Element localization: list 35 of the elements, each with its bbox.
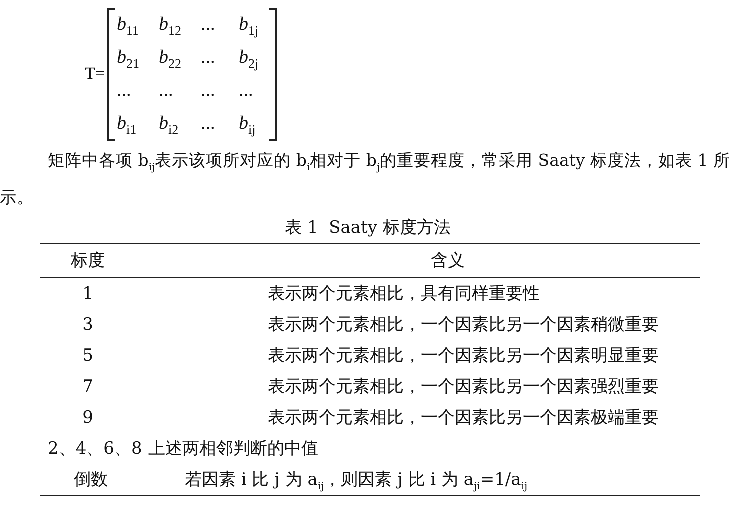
matrix-entry: b$_{i2}$: [158, 112, 180, 138]
table-cell-text: 7: [82, 376, 94, 397]
matrix-entry: b$_{2j}$: [238, 46, 260, 72]
table-cell-text: 表示两个元素相比，一个因素比另一个因素极端重要: [268, 407, 659, 430]
column-header: 标度: [70, 250, 106, 272]
matrix-entry: b$_{22}$: [158, 46, 182, 72]
matrix-entry: ...: [200, 12, 216, 36]
table-cell-text: 表示两个元素相比，具有同样重要性: [268, 283, 540, 306]
table-cell-text: 表示两个元素相比，一个因素比另一个因素明显重要: [268, 345, 659, 368]
table-cell-text: 若因素 i 比 j 为 a$_{ij}$，则因素 j 比 i 为 a$_{ji}$=1/a$_{ij}$: [185, 468, 528, 492]
matrix-entry: b$_{12}$: [158, 12, 182, 40]
matrix-entry: b$_{11}$: [116, 12, 140, 40]
matrix-entry: ...: [158, 78, 174, 102]
table-cell-text: 5: [82, 346, 94, 366]
table-cell-text: 1: [82, 284, 94, 304]
table-caption: 表 1 Saaty 标度方法: [284, 217, 452, 240]
matrix-entry: b$_{21}$: [116, 46, 140, 72]
matrix-label: T=: [85, 64, 105, 84]
matrix-entry: b$_{1j}$: [238, 12, 260, 40]
matrix-entry: ...: [200, 46, 216, 70]
table-cell-text: 倒数: [74, 469, 109, 492]
table-cell-text: 2、4、6、8: [48, 438, 142, 460]
matrix-entry: ...: [238, 78, 254, 102]
matrix-entry: b$_{i1}$: [116, 112, 138, 138]
paragraph: 矩阵中各项 b$_{ij}$表示该项所对应的 b$_{i}$相对于 b$_{j}$的重要程度，常采用 Saaty 标度法，如表 1 所示。: [0, 150, 732, 210]
column-header: 含义: [430, 250, 466, 272]
matrix-entry: b$_{ij}$: [238, 112, 257, 138]
table-cell-text: 3: [82, 314, 94, 335]
matrix-entry: ...: [200, 112, 216, 136]
matrix-entry: ...: [116, 78, 132, 102]
table-cell-text: 表示两个元素相比，一个因素比另一个因素稍微重要: [268, 314, 659, 336]
matrix-entry: ...: [200, 78, 216, 102]
table-cell-text: 9: [82, 408, 94, 428]
table-cell-text: 表示两个元素相比，一个因素比另一个因素强烈重要: [268, 376, 659, 398]
table-cell-text: 上述两相邻判断的中值: [148, 438, 318, 460]
